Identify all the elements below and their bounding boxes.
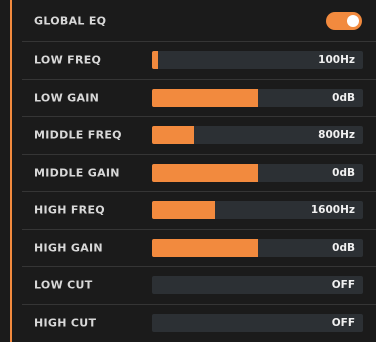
param-row-low-freq: LOW FREQ 100Hz — [22, 42, 376, 80]
low-gain-slider[interactable]: 0dB — [152, 88, 363, 107]
param-label: HIGH FREQ — [34, 203, 105, 217]
param-label: HIGH GAIN — [34, 241, 103, 255]
toggle-knob — [347, 14, 359, 27]
param-row-low-gain: LOW GAIN 0dB — [22, 80, 376, 117]
low-freq-slider[interactable]: 100Hz — [152, 51, 363, 70]
accent-bar — [10, 0, 12, 342]
global-eq-label: GLOBAL EQ — [34, 14, 107, 27]
param-row-high-freq: HIGH FREQ 1600Hz — [22, 192, 376, 230]
slider-value: OFF — [331, 317, 355, 330]
param-label: LOW FREQ — [34, 53, 102, 67]
slider-fill — [152, 51, 159, 70]
param-label: MIDDLE GAIN — [34, 166, 120, 180]
slider-fill — [152, 201, 216, 220]
middle-freq-slider[interactable]: 800Hz — [152, 126, 363, 145]
middle-gain-slider[interactable]: 0dB — [152, 163, 363, 182]
high-cut-slider[interactable]: OFF — [152, 314, 363, 333]
eq-panel: GLOBAL EQ LOW FREQ 100Hz LOW GAIN 0dB MI… — [0, 0, 376, 342]
low-cut-slider[interactable]: OFF — [152, 276, 363, 295]
slider-fill — [152, 238, 258, 257]
slider-value: 1600Hz — [310, 204, 355, 217]
global-eq-toggle[interactable] — [326, 11, 362, 30]
slider-value: 0dB — [332, 91, 355, 104]
slider-value: 0dB — [332, 166, 355, 179]
high-freq-slider[interactable]: 1600Hz — [152, 201, 363, 220]
param-row-high-gain: HIGH GAIN 0dB — [22, 230, 376, 267]
global-eq-row: GLOBAL EQ — [22, 0, 376, 42]
slider-fill — [152, 126, 195, 145]
param-row-high-cut: HIGH CUT OFF — [22, 305, 376, 342]
param-label: MIDDLE FREQ — [34, 128, 122, 142]
param-row-middle-gain: MIDDLE GAIN 0dB — [22, 155, 376, 192]
param-label: LOW GAIN — [34, 91, 100, 105]
slider-fill — [152, 163, 258, 182]
eq-rows: GLOBAL EQ LOW FREQ 100Hz LOW GAIN 0dB MI… — [22, 0, 376, 342]
slider-value: 0dB — [332, 241, 355, 254]
param-label: LOW CUT — [34, 278, 93, 292]
slider-fill — [152, 88, 258, 107]
high-gain-slider[interactable]: 0dB — [152, 238, 363, 257]
param-row-low-cut: LOW CUT OFF — [22, 267, 376, 305]
param-label: HIGH CUT — [34, 316, 97, 330]
param-row-middle-freq: MIDDLE FREQ 800Hz — [22, 117, 376, 155]
slider-value: 800Hz — [318, 129, 355, 142]
slider-value: 100Hz — [318, 54, 355, 67]
slider-value: OFF — [331, 279, 355, 292]
